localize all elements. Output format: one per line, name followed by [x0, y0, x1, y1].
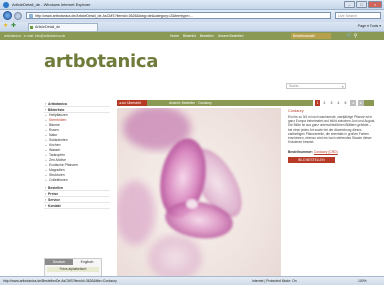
address-bar: http://www.artbotanica.de/ArticleDetail_… — [0, 10, 384, 22]
order-number: Bestellnummer: Cordaury (CRD) — [288, 150, 376, 155]
cart-icon[interactable]: 🛒 ⚲ — [346, 33, 357, 39]
security-zone: Internet | Protected Mode: On — [252, 279, 297, 283]
favorites-star-icon[interactable]: ★ — [3, 23, 8, 29]
photos-alphabetical-link[interactable]: Fotos alphabetisch — [47, 267, 99, 272]
order-select[interactable]: Bestellauswahl — [291, 33, 331, 39]
product-info: Cordaury Ein bis zu 3/4 m hoch wachsende… — [288, 108, 376, 164]
topnav-item[interactable]: Home — [170, 34, 179, 38]
order-link[interactable]: Cordaury (CRD) — [314, 150, 338, 154]
command-bar[interactable]: Page ▾ Tools ▾ — [358, 24, 381, 28]
back-button[interactable] — [3, 11, 12, 20]
next-page-icon[interactable]: ▸ — [358, 100, 364, 106]
sidebar-item[interactable]: Collektionen — [44, 178, 110, 183]
window-title: ArticleDetail_de - Windows Internet Expl… — [12, 2, 91, 7]
maximize-button[interactable]: □ — [356, 1, 367, 8]
close-button[interactable]: × — [368, 1, 382, 8]
browser-search-input[interactable]: Live Search — [335, 12, 381, 19]
status-bar: http://www.artbotanica.de/BestellenDe.As… — [0, 276, 384, 285]
language-tab-de[interactable]: Deutsch — [45, 259, 73, 265]
site-topbar: artbotanica · e-mail: info@artbotanica.d… — [0, 32, 384, 40]
back-to-overview-button[interactable]: ◂ zur Übersicht — [117, 100, 147, 106]
page-number[interactable]: 5 — [343, 100, 348, 106]
page-icon — [29, 14, 33, 18]
flower-photo — [117, 108, 281, 285]
topnav-item[interactable]: Bilderlist — [183, 34, 196, 38]
product-image[interactable] — [117, 108, 281, 285]
minimize-button[interactable]: – — [344, 1, 355, 8]
page-number[interactable]: 2 — [322, 100, 327, 106]
tab-active[interactable]: ArticleDetail_de — [28, 23, 98, 31]
search-icon[interactable]: ⌕ — [342, 84, 344, 89]
site-logo[interactable]: artbotanica — [44, 51, 158, 72]
forward-button[interactable] — [14, 12, 22, 20]
zoom-level[interactable]: 100% — [358, 279, 367, 283]
site-search-input[interactable]: Suche... ⌕ — [286, 83, 346, 89]
site-search-placeholder: Suche... — [289, 84, 302, 88]
order-image-button[interactable]: BILD BESTELLEN — [288, 157, 335, 164]
window-titlebar: ArticleDetail_de - Windows Internet Expl… — [0, 0, 384, 10]
status-url: http://www.artbotanica.de/BestellenDe.As… — [3, 279, 117, 283]
page-number[interactable]: 3 — [329, 100, 334, 106]
add-favorites-icon[interactable]: ✚ — [11, 23, 16, 29]
product-name: Cordaury — [288, 109, 304, 113]
url-input[interactable]: http://www.artbotanica.de/ArticleDetail_… — [26, 12, 331, 19]
page-number[interactable]: 4 — [336, 100, 341, 106]
topnav-item[interactable]: Unsere Bestellen — [218, 34, 244, 38]
language-box: Deutsch Englisch Fotos alphabetisch — [44, 258, 102, 278]
pagination: 1 2 3 4 5 ◂ ▸ — [313, 100, 364, 106]
tab-bar: ★ ✚ ArticleDetail_de Page ▾ Tools ▾ — [0, 22, 384, 32]
sidebar-item[interactable]: Kontakt — [44, 203, 110, 209]
sidebar-navigation: ArtbotanicaBilderlisteHeilpflanzenSternb… — [44, 101, 110, 209]
breadcrumb: Ansicht: Bestellen · Cordaury — [169, 101, 212, 105]
language-tab-en[interactable]: Englisch — [73, 259, 101, 265]
product-description: Ein bis zu 3/4 m hoch wachsende, zweijäh… — [288, 115, 376, 145]
topbar-contact: artbotanica · e-mail: info@artbotanica.d… — [4, 34, 66, 38]
top-navigation: Home Bilderlist Bestellen Unsere Bestell… — [170, 34, 247, 38]
order-prefix: Bestellnummer: — [288, 150, 313, 155]
url-text: http://www.artbotanica.de/ArticleDetail_… — [35, 14, 194, 18]
topnav-item[interactable]: Bestellen — [200, 34, 214, 38]
ie-logo-icon — [3, 2, 9, 8]
page-number[interactable]: 1 — [315, 100, 320, 106]
window-controls: – □ × — [344, 1, 382, 8]
prev-page-icon[interactable]: ◂ — [350, 100, 356, 106]
